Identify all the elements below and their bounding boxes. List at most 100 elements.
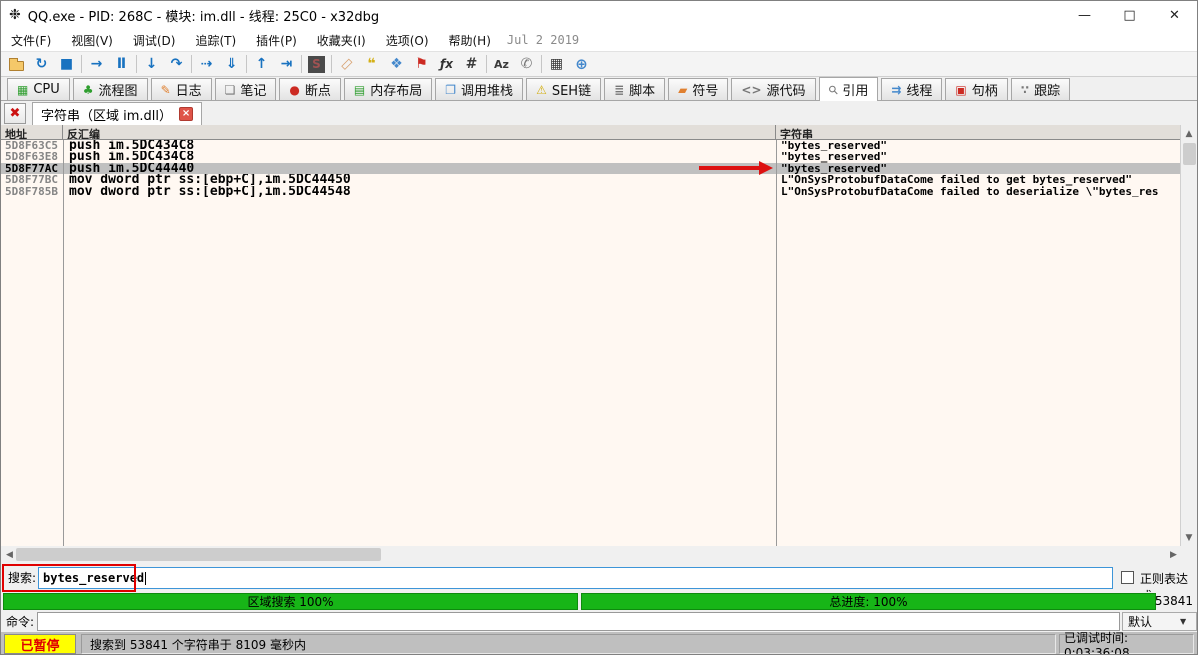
tab-seh[interactable]: ⚠SEH链 <box>526 78 601 100</box>
run-to-cursor-button[interactable]: ⇢ <box>194 52 219 76</box>
bookmark-icon: ⚑ <box>415 57 428 71</box>
tab-symbols[interactable]: ▰符号 <box>668 78 728 100</box>
string-part: L"OnSysProtobufDataCome failed to deseri… <box>781 186 1099 197</box>
tab-call-stack[interactable]: ❐调用堆栈 <box>435 78 523 100</box>
subtab-close-icon[interactable]: × <box>179 107 193 121</box>
functions-button[interactable]: ƒx <box>434 52 459 76</box>
open-file-button[interactable] <box>4 52 29 76</box>
string-part: " <box>781 151 788 162</box>
language-button[interactable]: ⊕ <box>569 52 594 76</box>
bookmarks-button[interactable]: ⚑ <box>409 52 434 76</box>
labels-button[interactable]: ❖ <box>384 52 409 76</box>
result-count: 53841 <box>1155 594 1193 608</box>
report-button[interactable]: ✆ <box>514 52 539 76</box>
vertical-scrollbar[interactable]: ▲ ▼ <box>1180 125 1197 546</box>
restart-icon: ↻ <box>36 57 48 71</box>
table-row[interactable]: 5D8F63C5 push im.5DC434C8 "bytes_reserve… <box>1 140 1182 151</box>
column-divider[interactable] <box>63 140 64 546</box>
command-label: 命令: <box>6 613 34 630</box>
horizontal-scrollbar[interactable]: ◀ ▶ <box>1 546 1182 563</box>
tab-trace[interactable]: ∵跟踪 <box>1011 78 1070 100</box>
tab-breakpoints[interactable]: ●断点 <box>279 78 341 100</box>
table-header[interactable]: 地址 反汇编 字符串 <box>1 125 1182 140</box>
breakpoint-dot-icon: ● <box>289 84 299 96</box>
tab-label: 流程图 <box>99 80 138 99</box>
menu-debug[interactable]: 调试(D) <box>123 29 186 51</box>
tab-script[interactable]: ≣脚本 <box>604 78 665 100</box>
string-cell: "bytes_reserved" <box>776 140 1182 151</box>
annotation-arrow-shaft <box>699 166 759 170</box>
maximize-button[interactable]: □ <box>1107 1 1152 29</box>
run-button[interactable]: → <box>84 52 109 76</box>
table-row[interactable]: 5D8F77BC mov dword ptr ss:[ebp+C],im.5DC… <box>1 174 1182 185</box>
speech-bubble-icon: ❝ <box>367 57 375 71</box>
trace-s-button[interactable]: S <box>304 52 329 76</box>
string-cell: L"OnSysProtobufDataCome failed to get by… <box>776 174 1182 185</box>
string-part: " <box>880 151 887 162</box>
step-into-button[interactable]: ↓ <box>139 52 164 76</box>
build-date: Jul 2 2019 <box>507 33 579 47</box>
profile-value: 默认 <box>1128 613 1152 630</box>
stop-button[interactable]: ■ <box>54 52 79 76</box>
string-match-highlight: bytes_reserved <box>788 163 881 174</box>
close-all-tabs-button[interactable]: ✖ <box>4 103 26 124</box>
subtab-strings[interactable]: 字符串（区域 im.dll） × <box>32 102 202 125</box>
run-to-user-code-button[interactable]: ⇥ <box>274 52 299 76</box>
search-row: 搜索: bytes_reserved 正则表达式 <box>1 563 1197 592</box>
hash-button[interactable]: # <box>459 52 484 76</box>
close-button[interactable]: ✕ <box>1152 1 1197 29</box>
tab-memory-map[interactable]: ▤内存布局 <box>344 78 432 100</box>
address-cell: 5D8F77AC <box>1 163 63 174</box>
tab-graph[interactable]: ♣流程图 <box>73 78 148 100</box>
tab-references[interactable]: ⚲引用 <box>819 77 879 101</box>
globe-icon: ⊕ <box>575 57 588 72</box>
tab-cpu[interactable]: ▦CPU <box>7 78 70 100</box>
column-header-address[interactable]: 地址 <box>1 125 63 139</box>
pause-button[interactable]: Ⅱ <box>109 52 134 76</box>
tab-label: 调用堆栈 <box>461 80 513 99</box>
menu-favourites[interactable]: 收藏夹(I) <box>307 29 376 51</box>
column-divider[interactable] <box>776 140 777 546</box>
scroll-up-arrow[interactable]: ▲ <box>1181 125 1197 142</box>
regex-checkbox[interactable] <box>1121 571 1134 584</box>
table-row-selected[interactable]: 5D8F77AC push im.5DC44440 "bytes_reserve… <box>1 163 1182 174</box>
horizontal-scroll-thumb[interactable] <box>16 548 381 561</box>
search-input[interactable]: bytes_reserved <box>38 567 1113 589</box>
subtab-label: 字符串（区域 im.dll） <box>41 105 172 124</box>
string-match-highlight: bytes_res <box>1099 186 1159 197</box>
scrollbar-corner <box>1180 546 1197 563</box>
tab-notes[interactable]: ❏笔记 <box>215 78 277 100</box>
menu-help[interactable]: 帮助(H) <box>439 29 501 51</box>
vertical-scroll-thumb[interactable] <box>1183 143 1196 165</box>
minimize-button[interactable]: — <box>1062 1 1107 29</box>
font-preferences-button[interactable]: Az <box>489 52 514 76</box>
table-row[interactable]: 5D8F785B mov dword ptr ss:[ebp+C],im.5DC… <box>1 186 1182 197</box>
calculator-button[interactable]: ▦ <box>544 52 569 76</box>
command-input[interactable] <box>37 612 1120 631</box>
tab-log[interactable]: ✎日志 <box>151 78 212 100</box>
table-row[interactable]: 5D8F63E8 push im.5DC434C8 "bytes_reserve… <box>1 151 1182 162</box>
status-bar: 已暂停 搜索到 53841 个字符串于 8109 毫秒内 已调试时间: 0:03… <box>1 632 1197 655</box>
menu-file[interactable]: 文件(F) <box>1 29 61 51</box>
hash-icon: # <box>466 57 478 71</box>
execute-till-return-button[interactable]: ⇓ <box>219 52 244 76</box>
step-out-button[interactable]: ↑ <box>249 52 274 76</box>
tab-label: 句柄 <box>972 80 998 99</box>
tab-threads[interactable]: ⇉线程 <box>881 78 942 100</box>
restart-button[interactable]: ↻ <box>29 52 54 76</box>
patches-button[interactable]: ▭ <box>334 52 359 76</box>
menu-trace[interactable]: 追踪(T) <box>185 29 246 51</box>
disasm-cell: push im.5DC434C8 <box>63 151 776 162</box>
column-header-string[interactable]: 字符串 <box>776 125 1182 139</box>
tab-handles[interactable]: ▣句柄 <box>945 78 1007 100</box>
scroll-down-arrow[interactable]: ▼ <box>1181 529 1197 546</box>
comments-button[interactable]: ❝ <box>359 52 384 76</box>
menu-plugins[interactable]: 插件(P) <box>246 29 307 51</box>
column-header-disassembly[interactable]: 反汇编 <box>63 125 776 139</box>
step-over-button[interactable]: ↷ <box>164 52 189 76</box>
footprints-icon: ∵ <box>1021 84 1029 96</box>
menu-options[interactable]: 选项(O) <box>376 29 439 51</box>
tab-source[interactable]: <>源代码 <box>731 78 815 100</box>
disasm-cell: mov dword ptr ss:[ebp+C],im.5DC44450 <box>63 174 776 185</box>
menu-view[interactable]: 视图(V) <box>61 29 123 51</box>
